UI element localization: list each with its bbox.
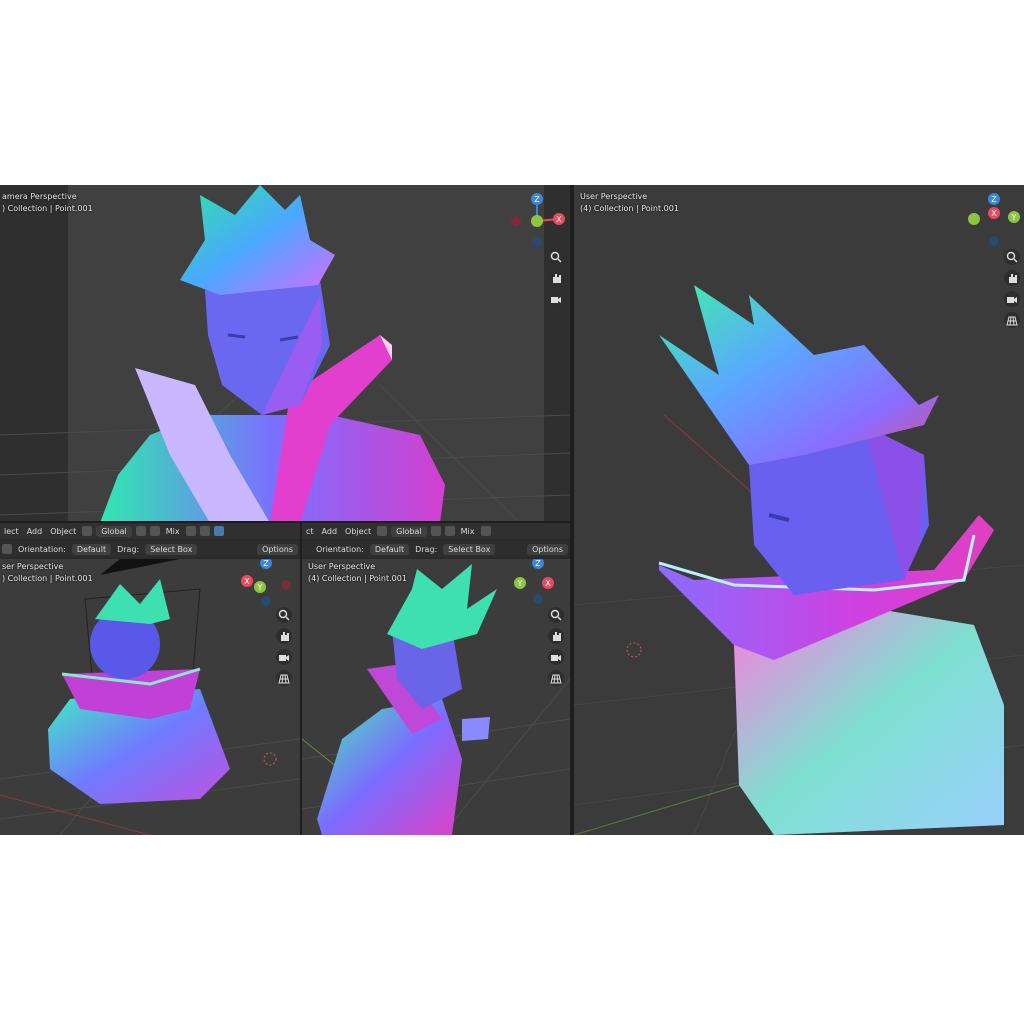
viewport-name: amera Perspective xyxy=(2,192,77,201)
drag-select[interactable]: Select Box xyxy=(145,543,198,555)
viewport-collection: ) Collection | Point.001 xyxy=(2,204,93,213)
menu-object[interactable]: Object xyxy=(341,527,375,536)
gizmo-neg-z[interactable] xyxy=(532,237,542,247)
right-scene xyxy=(574,185,1024,835)
snap-mode-select[interactable]: Mix xyxy=(162,527,184,536)
hand-icon[interactable] xyxy=(276,628,292,644)
hand-icon[interactable] xyxy=(1004,270,1020,286)
gizmo-y-label: Y xyxy=(257,583,263,592)
view-tools xyxy=(548,607,564,686)
transform-icon xyxy=(377,526,388,536)
menu-select[interactable]: lect xyxy=(0,527,23,536)
view-tools xyxy=(1004,249,1020,328)
zoom-icon[interactable] xyxy=(1004,249,1020,265)
header-bottom-left: lect Add Object Global Mix xyxy=(0,523,300,539)
orientation-select[interactable]: Default xyxy=(369,543,410,555)
menu-add[interactable]: Add xyxy=(23,527,47,536)
link-icon[interactable] xyxy=(135,526,146,536)
grid-icon[interactable] xyxy=(276,670,292,686)
navigation-gizmo[interactable]: Z X Y xyxy=(238,559,294,609)
camera-icon[interactable] xyxy=(548,649,564,665)
camera-icon[interactable] xyxy=(1004,291,1020,307)
transform-orientation-select[interactable]: Global xyxy=(96,525,132,537)
area-divider[interactable] xyxy=(300,523,302,835)
orientation-label: Orientation: xyxy=(316,544,364,554)
gizmo-x-label: X xyxy=(556,215,562,224)
drag-label: Drag: xyxy=(415,544,438,554)
gizmo-neg-x[interactable] xyxy=(511,216,521,226)
area-divider[interactable] xyxy=(570,185,574,835)
toolsettings-bottom-left: Orientation: Default Drag: Select Box Op… xyxy=(0,541,300,557)
overlay-icon[interactable] xyxy=(213,526,224,536)
gizmo-y-label: Y xyxy=(517,579,523,588)
proportional-icon[interactable] xyxy=(185,526,196,536)
gizmo-z-label: Z xyxy=(535,559,541,568)
drag-label: Drag: xyxy=(117,544,140,554)
gizmo-x-label: X xyxy=(244,577,250,586)
menu-add[interactable]: Add xyxy=(318,527,342,536)
menu-object[interactable]: Object xyxy=(46,527,80,536)
grid-icon[interactable] xyxy=(548,670,564,686)
gizmo-y[interactable] xyxy=(531,215,543,227)
view-tools xyxy=(276,607,292,686)
zoom-icon[interactable] xyxy=(548,607,564,623)
gizmo-x-label: X xyxy=(991,209,997,218)
move-icon[interactable] xyxy=(2,544,12,554)
proportional-icon[interactable] xyxy=(480,526,491,536)
options-button[interactable]: Options xyxy=(257,543,298,555)
drag-select[interactable]: Select Box xyxy=(443,543,496,555)
viewport-collection: ) Collection | Point.001 xyxy=(2,574,93,583)
viewport-collection: (4) Collection | Point.001 xyxy=(580,204,679,213)
area-divider[interactable] xyxy=(0,521,570,523)
navigation-gizmo[interactable]: Z X xyxy=(507,191,567,251)
falloff-icon[interactable] xyxy=(199,526,210,536)
zoom-icon[interactable] xyxy=(548,249,564,265)
link-icon[interactable] xyxy=(430,526,441,536)
viewport-name: ser Perspective xyxy=(2,562,64,571)
hand-icon[interactable] xyxy=(548,628,564,644)
transform-orientation-select[interactable]: Global xyxy=(391,525,427,537)
viewport-bottom-mid[interactable]: User Perspective (4) Collection | Point.… xyxy=(302,559,570,835)
camera-scene xyxy=(0,185,570,523)
viewport-bottom-left[interactable]: ser Perspective ) Collection | Point.001… xyxy=(0,559,300,835)
grid-icon[interactable] xyxy=(1004,312,1020,328)
header-bottom-mid: ct Add Object Global Mix xyxy=(302,523,570,539)
view-tools xyxy=(548,249,564,307)
gizmo-z-label: Z xyxy=(534,195,540,204)
gizmo-y-label: Y xyxy=(1011,213,1017,222)
camera-icon[interactable] xyxy=(276,649,292,665)
viewport-camera[interactable]: amera Perspective ) Collection | Point.0… xyxy=(0,185,570,523)
hand-icon[interactable] xyxy=(548,270,564,286)
snap-mode-select[interactable]: Mix xyxy=(457,527,479,536)
camera-icon[interactable] xyxy=(548,291,564,307)
orientation-select[interactable]: Default xyxy=(71,543,112,555)
gizmo-z-label: Z xyxy=(263,559,269,568)
options-button[interactable]: Options xyxy=(527,543,568,555)
viewport-right[interactable]: User Perspective (4) Collection | Point.… xyxy=(574,185,1024,835)
zoom-icon[interactable] xyxy=(276,607,292,623)
gizmo-z-label: Z xyxy=(991,195,997,204)
transform-icon xyxy=(82,526,93,536)
viewport-name: User Perspective xyxy=(580,192,648,201)
orientation-label: Orientation: xyxy=(18,544,66,554)
snap-icon[interactable] xyxy=(149,526,160,536)
viewport-name: User Perspective xyxy=(308,562,376,571)
menu-select[interactable]: ct xyxy=(302,527,318,536)
blender-window: amera Perspective ) Collection | Point.0… xyxy=(0,185,1024,835)
toolsettings-bottom-mid: Orientation: Default Drag: Select Box Op… xyxy=(302,541,570,557)
navigation-gizmo[interactable]: Z X Y xyxy=(964,191,1024,251)
navigation-gizmo[interactable]: Z Y X xyxy=(510,559,566,609)
snap-icon[interactable] xyxy=(444,526,455,536)
viewport-collection: (4) Collection | Point.001 xyxy=(308,574,407,583)
gizmo-x-label: X xyxy=(545,579,551,588)
